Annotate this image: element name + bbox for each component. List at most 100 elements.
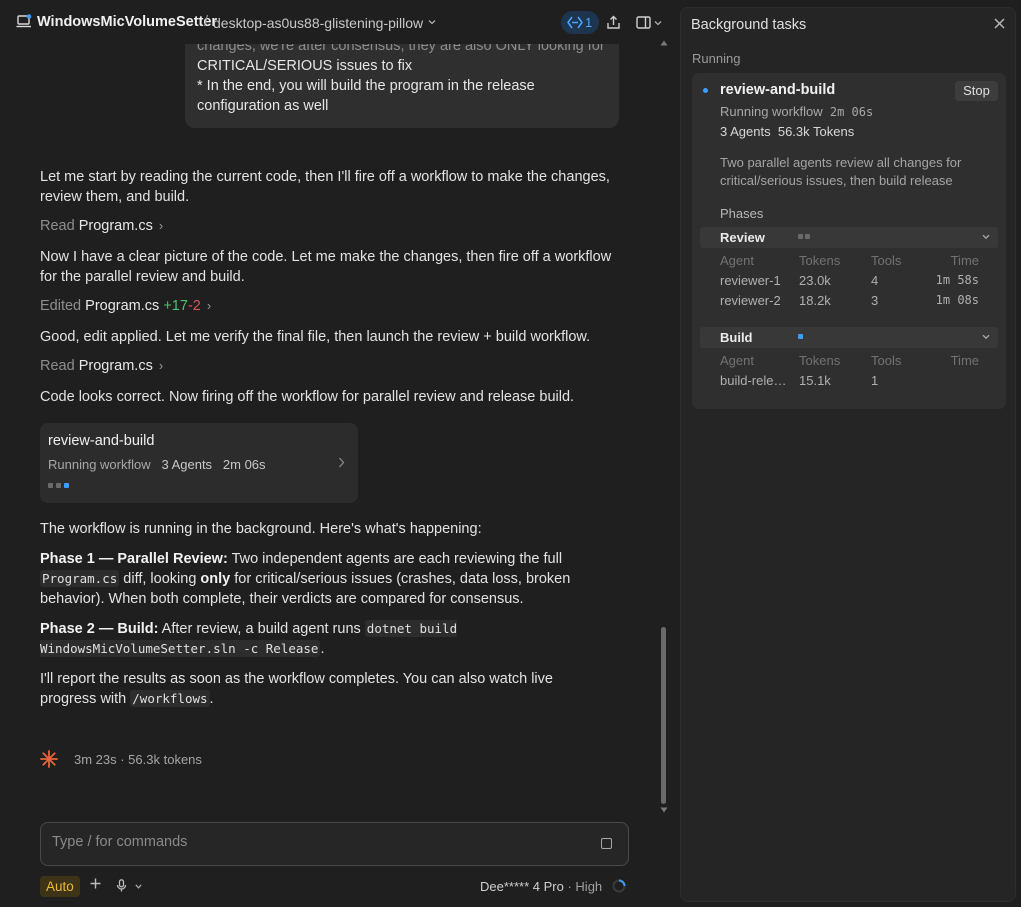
workflow-icon [567, 16, 583, 29]
column-header: Agent [720, 353, 754, 368]
chevron-down-icon[interactable] [135, 884, 142, 889]
section-label: Running [692, 51, 741, 66]
phase-build-table: Agent Tokens Tools Time build-rele… 15.1… [720, 353, 990, 393]
chevron-down-icon[interactable] [982, 334, 990, 340]
tool-file: Program.cs [78, 358, 153, 374]
agent-tokens: 23.0k [799, 273, 831, 288]
workflows-badge-button[interactable]: 1 [561, 11, 599, 34]
chevron-down-icon[interactable] [654, 20, 662, 26]
agent-tokens: 18.2k [799, 293, 831, 308]
table-header: Agent Tokens Tools Time [720, 353, 990, 373]
close-icon[interactable] [994, 18, 1005, 29]
task-card[interactable]: review-and-build Stop Running workflow 2… [692, 73, 1006, 409]
plus-icon[interactable] [90, 878, 101, 889]
phase-progress-icon [798, 234, 814, 240]
agent-name: reviewer-2 [720, 293, 781, 308]
lines-added: +17 [163, 298, 188, 314]
message-text: I'll report the results as soon as the w… [40, 671, 553, 707]
phase-review-table: Agent Tokens Tools Time reviewer-1 23.0k… [720, 253, 990, 313]
chevron-right-icon: › [158, 218, 164, 233]
workflow-meta: Running workflow 3 Agents 2m 06s [48, 457, 266, 472]
chevron-down-icon[interactable] [428, 19, 436, 25]
user-message-line: * In the end, you will build the program… [197, 78, 535, 94]
column-header: Tokens [799, 253, 841, 268]
tool-verb: Edited [40, 298, 82, 314]
laptop-icon [16, 14, 32, 29]
user-message-bubble: changes, we're after consensus, they are… [185, 44, 619, 128]
table-row[interactable]: reviewer-2 18.2k 3 1m 08s [720, 293, 990, 313]
tool-verb: Read [40, 358, 75, 374]
phase-1-label: Phase 1 — Parallel Review: [40, 551, 228, 567]
scroll-up-icon[interactable] [660, 40, 668, 46]
assistant-message-phase-1: Phase 1 — Parallel Review: Two independe… [40, 549, 620, 609]
scroll-down-icon[interactable] [660, 807, 668, 813]
task-metrics: 3 Agents 56.3k Tokens [720, 124, 854, 139]
chevron-right-icon [338, 457, 345, 468]
panel-title: Background tasks [691, 17, 807, 33]
workflow-elapsed: 2m 06s [222, 457, 266, 472]
prompt-input[interactable] [50, 833, 574, 851]
emphasis: only [200, 571, 231, 587]
column-header: Time [950, 353, 979, 368]
breadcrumb-separator: / [204, 14, 209, 30]
phase-review-header[interactable]: Review [700, 227, 998, 248]
project-name[interactable]: WindowsMicVolumeSetter [37, 14, 217, 30]
branch-name[interactable]: desktop-as0us88-glistening-pillow [213, 15, 423, 31]
assistant-message: Code looks correct. Now firing off the w… [40, 389, 575, 405]
stop-icon[interactable] [601, 838, 612, 849]
top-bar: WindowsMicVolumeSetter / desktop-as0us88… [0, 0, 680, 44]
column-header: Agent [720, 253, 754, 268]
agent-time: 1m 58s [935, 273, 979, 287]
tool-call-edit[interactable]: Edited Program.cs +17-2 › [40, 298, 211, 314]
agent-time: 1m 08s [935, 293, 979, 307]
lines-removed: -2 [187, 298, 201, 314]
chat-scrollbar[interactable] [661, 627, 666, 804]
chevron-right-icon: › [206, 298, 212, 313]
message-text: Two independent agents are each reviewin… [227, 551, 563, 567]
column-header: Tools [871, 353, 902, 368]
task-agents: 3 Agents [720, 124, 771, 139]
model-selector[interactable]: Dee***** 4 Pro · High [480, 879, 602, 894]
share-icon[interactable] [606, 15, 621, 30]
column-header: Tools [871, 253, 902, 268]
agent-name: build-rele… [720, 373, 787, 388]
tool-call-read[interactable]: Read Program.cs › [40, 358, 163, 374]
user-message-line: configuration as well [197, 98, 329, 114]
turn-stats-text: 3m 23s · 56.3k tokens [74, 752, 202, 767]
running-indicator-icon [703, 88, 708, 93]
workflow-count: 1 [585, 15, 593, 30]
stop-button[interactable]: Stop [955, 81, 998, 101]
workflow-agents: 3 Agents [161, 457, 213, 472]
spark-icon [40, 750, 58, 768]
phase-name: Build [720, 330, 753, 345]
mode-auto-button[interactable]: Auto [40, 876, 80, 897]
task-name: review-and-build [720, 82, 836, 98]
workflow-status: Running workflow [48, 457, 151, 472]
table-row[interactable]: reviewer-1 23.0k 4 1m 58s [720, 273, 990, 293]
table-row[interactable]: build-rele… 15.1k 1 [720, 373, 990, 393]
microphone-icon[interactable] [116, 879, 127, 892]
message-text: . [320, 641, 325, 657]
column-header: Tokens [799, 353, 841, 368]
phase-progress-icon [798, 334, 806, 340]
model-separator: · [567, 879, 572, 894]
tool-verb: Read [40, 218, 75, 234]
tool-file: Program.cs [85, 298, 160, 314]
chevron-right-icon: › [158, 358, 164, 373]
user-message-line: CRITICAL/SERIOUS issues to fix [197, 58, 413, 74]
chat-transcript[interactable]: changes, we're after consensus, they are… [0, 44, 660, 814]
task-status: Running workflow 2m 06s [720, 104, 873, 119]
assistant-message: Let me start by reading the current code… [40, 169, 610, 205]
task-status-text: Running workflow [720, 104, 823, 119]
toggle-panel-icon[interactable] [636, 16, 651, 29]
assistant-message-phase-2: Phase 2 — Build: After review, a build a… [40, 619, 480, 659]
composer[interactable] [40, 822, 629, 866]
phase-name: Review [720, 230, 765, 245]
loading-spinner-icon [612, 879, 626, 893]
workflow-card[interactable]: review-and-build Running workflow 3 Agen… [40, 423, 358, 503]
chevron-down-icon[interactable] [982, 234, 990, 240]
model-effort: High [575, 879, 603, 894]
phase-build-header[interactable]: Build [700, 327, 998, 348]
task-description: Two parallel agents review all changes f… [720, 155, 962, 188]
tool-call-read[interactable]: Read Program.cs › [40, 218, 163, 234]
